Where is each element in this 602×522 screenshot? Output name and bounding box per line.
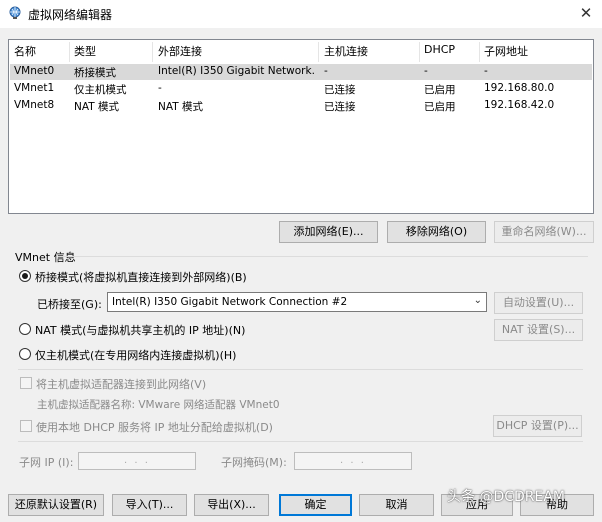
dhcp-label[interactable]: 使用本地 DHCP 服务将 IP 地址分配给虚拟机(D) [36, 419, 273, 435]
watermark: 头条 @DCDREAM [447, 489, 566, 505]
table-row[interactable]: VMnet0 桥接模式 Intel(R) I350 Gigabit Networ… [10, 64, 592, 80]
column-header-type[interactable]: 类型 [74, 43, 96, 61]
cancel-button[interactable]: 取消 [359, 494, 434, 516]
host-only-radio[interactable] [19, 348, 31, 360]
cell-host: 已连接 [324, 84, 356, 96]
column-header-external[interactable]: 外部连接 [158, 43, 202, 61]
cell-subnet: 192.168.80.0 [484, 82, 555, 94]
cell-dhcp: - [424, 65, 428, 77]
cell-external: Intel(R) I350 Gigabit Network... [158, 65, 316, 77]
column-header-dhcp[interactable]: DHCP [424, 43, 455, 61]
cell-subnet: - [484, 65, 488, 77]
subnet-mask-label: 子网掩码(M): [221, 456, 287, 469]
column-header-name[interactable]: 名称 [14, 43, 36, 61]
subnet-ip-label: 子网 IP (I): [19, 456, 74, 469]
chevron-down-icon: ⌄ [473, 295, 482, 306]
bridged-mode-radio[interactable] [19, 270, 31, 282]
cell-type: NAT 模式 [74, 101, 119, 113]
dhcp-settings-button[interactable]: DHCP 设置(P)... [493, 415, 582, 437]
group-divider [60, 256, 588, 257]
adapter-name-label: 主机虚拟适配器名称: VMware 网络适配器 VMnet0 [37, 399, 280, 411]
table-row[interactable]: VMnet1 仅主机模式 - 已连接 已启用 192.168.80.0 [10, 81, 592, 97]
rename-network-button[interactable]: 重命名网络(W)... [494, 221, 594, 243]
cell-name: VMnet1 [14, 82, 55, 94]
network-list[interactable]: 名称 类型 外部连接 主机连接 DHCP 子网地址 VMnet0 桥接模式 In… [8, 39, 594, 214]
connect-adapter-checkbox[interactable] [20, 377, 32, 389]
section-divider [18, 441, 583, 442]
ok-button[interactable]: 确定 [279, 494, 352, 516]
close-icon[interactable]: ✕ [575, 2, 597, 24]
cell-subnet: 192.168.42.0 [484, 99, 555, 111]
vmnet-info-label: VMnet 信息 [15, 251, 76, 264]
cell-external: - [158, 82, 162, 94]
connect-adapter-label[interactable]: 将主机虚拟适配器连接到此网络(V) [36, 376, 206, 392]
nat-mode-radio[interactable] [19, 323, 31, 335]
import-button[interactable]: 导入(T)... [112, 494, 187, 516]
nat-settings-button[interactable]: NAT 设置(S)... [494, 319, 583, 341]
restore-defaults-button[interactable]: 还原默认设置(R) [8, 494, 104, 516]
add-network-button[interactable]: 添加网络(E)... [279, 221, 378, 243]
auto-settings-button[interactable]: 自动设置(U)... [494, 292, 583, 314]
cell-name: VMnet0 [14, 65, 55, 77]
window-title: 虚拟网络编辑器 [28, 8, 113, 22]
dhcp-checkbox[interactable] [20, 420, 32, 432]
remove-network-button[interactable]: 移除网络(O) [387, 221, 486, 243]
subnet-ip-field[interactable]: . . . [78, 452, 196, 470]
subnet-mask-field[interactable]: . . . [294, 452, 412, 470]
bridged-mode-label[interactable]: 桥接模式(将虚拟机直接连接到外部网络)(B) [35, 269, 247, 285]
host-only-label[interactable]: 仅主机模式(在专用网络内连接虚拟机)(H) [35, 347, 236, 363]
column-header-host[interactable]: 主机连接 [324, 43, 368, 61]
bridged-adapter-select[interactable]: Intel(R) I350 Gigabit Network Connection… [107, 292, 487, 312]
nat-mode-label[interactable]: NAT 模式(与虚拟机共享主机的 IP 地址)(N) [35, 322, 245, 338]
bridged-adapter-value: Intel(R) I350 Gigabit Network Connection… [112, 296, 348, 308]
cell-host: 已连接 [324, 101, 356, 113]
cell-type: 仅主机模式 [74, 84, 127, 96]
cell-host: - [324, 65, 328, 77]
network-globe-icon [9, 6, 21, 19]
column-header-subnet[interactable]: 子网地址 [484, 43, 528, 61]
bridged-to-label: 已桥接至(G): [37, 298, 102, 311]
cell-external: NAT 模式 [158, 101, 203, 113]
export-button[interactable]: 导出(X)... [194, 494, 269, 516]
cell-dhcp: 已启用 [424, 84, 456, 96]
table-row[interactable]: VMnet8 NAT 模式 NAT 模式 已连接 已启用 192.168.42.… [10, 98, 592, 114]
cell-name: VMnet8 [14, 99, 55, 111]
cell-type: 桥接模式 [74, 67, 116, 79]
section-divider [18, 369, 583, 370]
cell-dhcp: 已启用 [424, 101, 456, 113]
